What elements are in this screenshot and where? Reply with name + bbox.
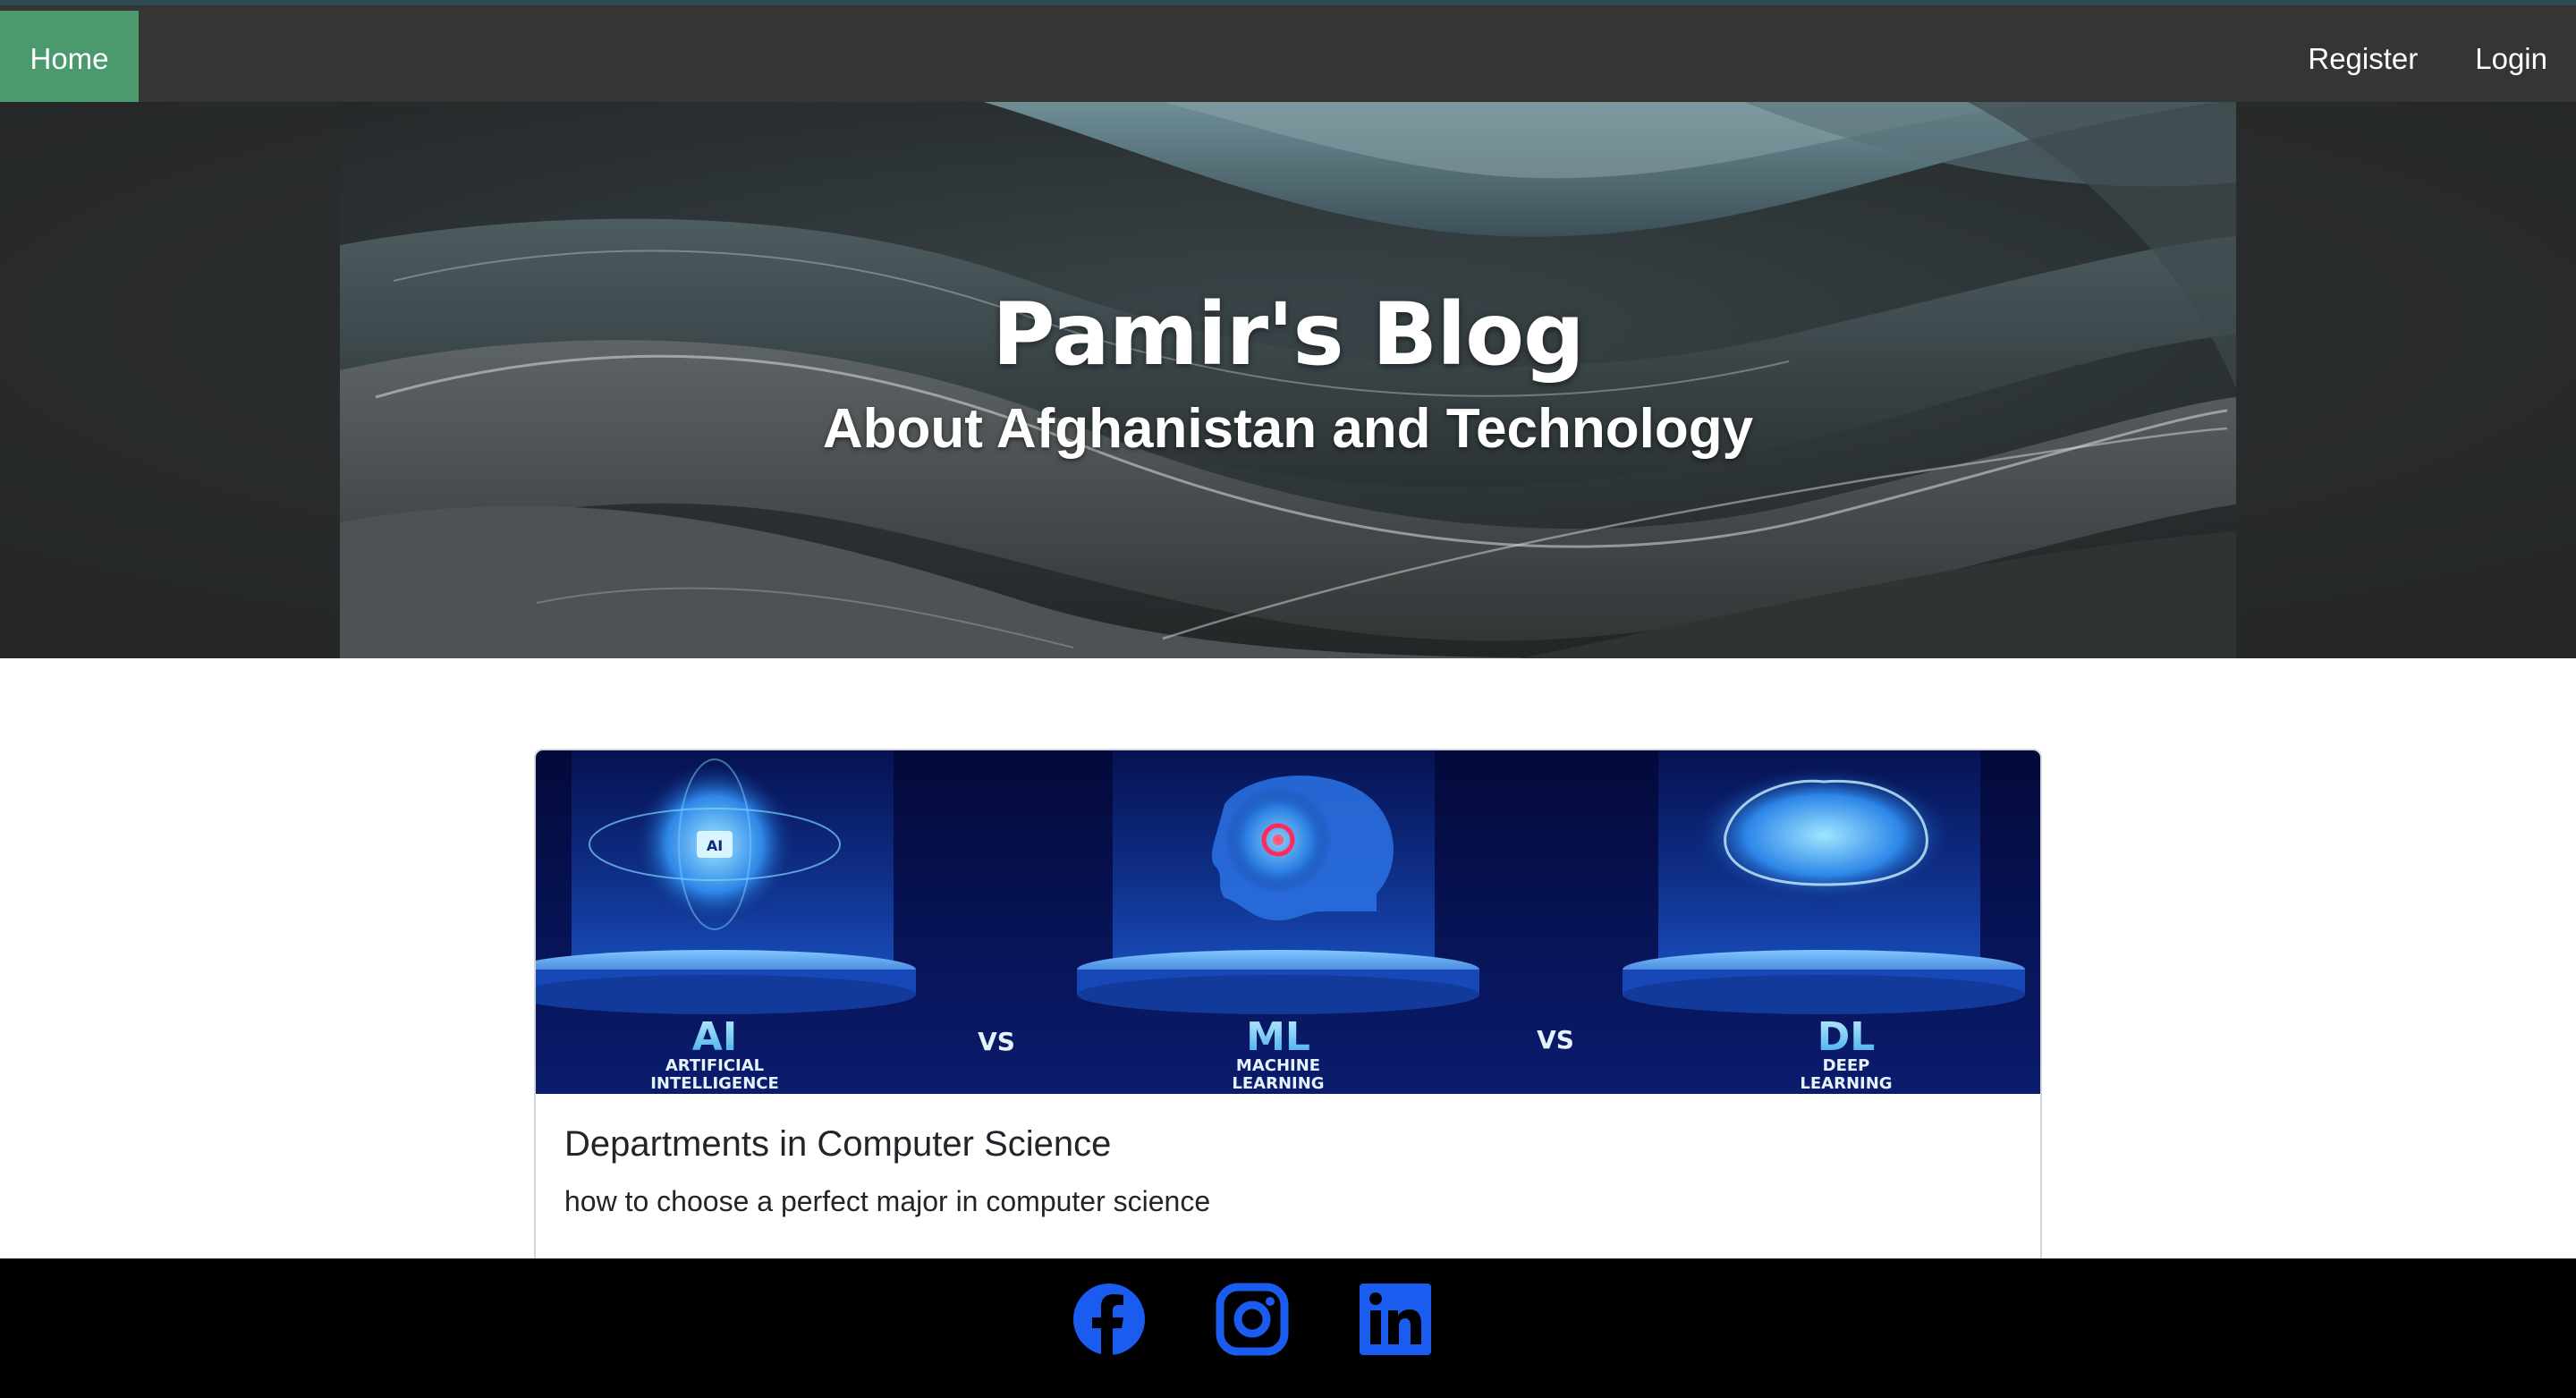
facebook-icon[interactable] bbox=[1072, 1282, 1147, 1357]
ai-label: AI bbox=[692, 1014, 737, 1060]
hero-title: Pamir's Blog bbox=[992, 284, 1585, 385]
hero-subtitle: About Afghanistan and Technology bbox=[822, 398, 1754, 460]
vs-label-2: VS bbox=[1537, 1025, 1574, 1055]
vs-label-1: VS bbox=[978, 1027, 1015, 1056]
dl-sublabel-2: LEARNING bbox=[1800, 1074, 1892, 1093]
ai-chip-label: AI bbox=[707, 837, 723, 854]
nav-home-link[interactable]: Home bbox=[0, 11, 139, 107]
dl-label: DL bbox=[1818, 1014, 1876, 1060]
nav-register-link[interactable]: Register bbox=[2279, 42, 2446, 76]
top-navbar: Home Register Login bbox=[0, 0, 2576, 107]
post-image[interactable]: AI AI ARTIFICIAL INTELLIGENCE VS ML MACH… bbox=[536, 750, 2042, 1094]
ml-sublabel-1: MACHINE bbox=[1236, 1056, 1320, 1075]
ai-sublabel-1: ARTIFICIAL bbox=[665, 1056, 764, 1075]
linkedin-icon[interactable] bbox=[1358, 1282, 1433, 1357]
nav-right-links: Register Login bbox=[2279, 11, 2576, 107]
post-title[interactable]: Departments in Computer Science bbox=[564, 1124, 1111, 1165]
dl-sublabel-1: DEEP bbox=[1823, 1056, 1870, 1075]
post-subtitle: how to choose a perfect major in compute… bbox=[564, 1185, 1211, 1217]
hero-banner: Pamir's Blog About Afghanistan and Techn… bbox=[0, 102, 2576, 658]
footer bbox=[0, 1258, 2576, 1398]
ml-sublabel-2: LEARNING bbox=[1232, 1074, 1324, 1093]
ai-sublabel-2: INTELLIGENCE bbox=[650, 1074, 779, 1093]
nav-login-link[interactable]: Login bbox=[2446, 42, 2576, 76]
instagram-icon[interactable] bbox=[1215, 1282, 1290, 1357]
ml-label: ML bbox=[1246, 1014, 1310, 1060]
